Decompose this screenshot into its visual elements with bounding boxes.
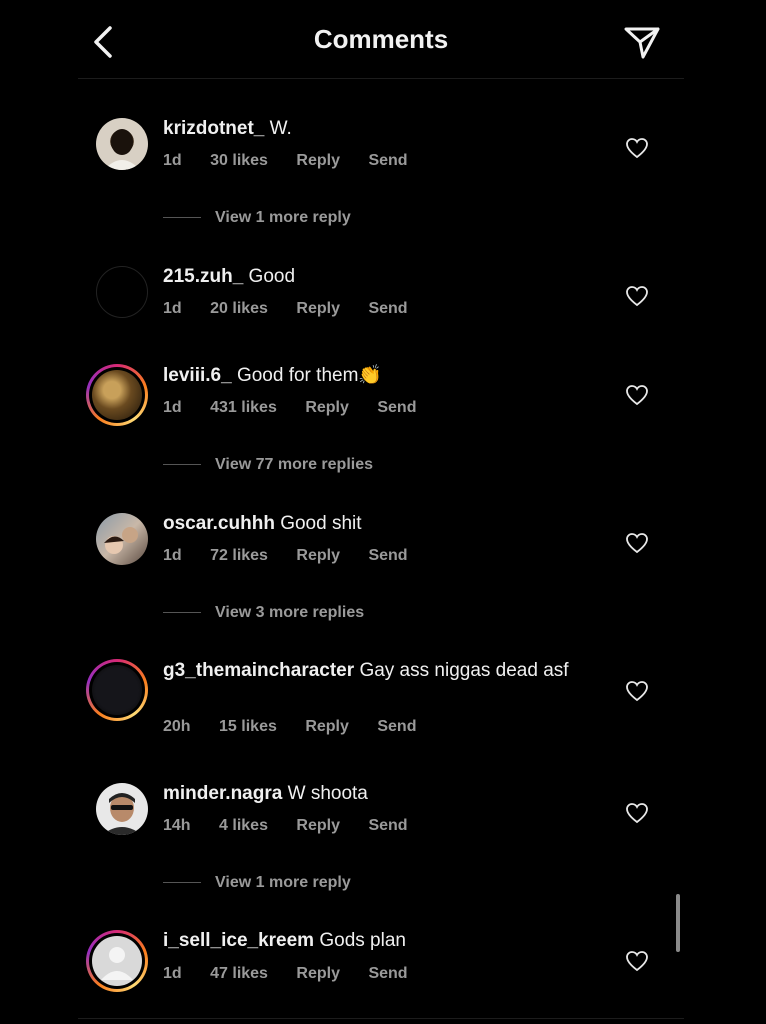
comment-username[interactable]: 215.zuh_ bbox=[163, 266, 243, 287]
comment-text: i_sell_ice_kreem Gods plan bbox=[163, 930, 583, 952]
send-button[interactable]: Send bbox=[368, 965, 407, 982]
heart-icon[interactable] bbox=[625, 137, 649, 159]
heart-icon[interactable] bbox=[625, 680, 649, 702]
comment-age: 1d bbox=[163, 547, 182, 564]
likes-count[interactable]: 4 likes bbox=[219, 817, 268, 834]
avatar[interactable] bbox=[96, 513, 148, 565]
likes-count[interactable]: 72 likes bbox=[210, 547, 268, 564]
send-button[interactable]: Send bbox=[377, 718, 416, 735]
default-user-icon bbox=[101, 947, 133, 980]
avatar-photo bbox=[104, 129, 140, 170]
comment-age: 1d bbox=[163, 300, 182, 317]
comment-username[interactable]: i_sell_ice_kreem bbox=[163, 930, 314, 951]
comment-age: 1d bbox=[163, 399, 182, 416]
send-button[interactable]: Send bbox=[368, 300, 407, 317]
avatar[interactable] bbox=[96, 118, 148, 170]
comment-text: krizdotnet_ W. bbox=[163, 118, 583, 140]
send-button[interactable]: Send bbox=[368, 152, 407, 169]
heart-icon[interactable] bbox=[625, 950, 649, 972]
comment-text: leviii.6_ Good for them👏 bbox=[163, 365, 583, 387]
comment-meta: 1d 72 likes Reply Send bbox=[163, 547, 432, 565]
avatar-photo bbox=[92, 936, 142, 986]
avatar-photo bbox=[92, 665, 142, 715]
likes-count[interactable]: 20 likes bbox=[210, 300, 268, 317]
divider-line bbox=[163, 612, 201, 614]
send-button[interactable]: Send bbox=[377, 399, 416, 416]
divider-line bbox=[163, 217, 201, 219]
divider-line bbox=[163, 464, 201, 466]
avatar-photo bbox=[92, 370, 142, 420]
avatar[interactable] bbox=[96, 783, 148, 835]
view-more-label: View 1 more reply bbox=[215, 209, 351, 226]
comment-text: oscar.cuhhh Good shit bbox=[163, 513, 583, 535]
story-ring-avatar[interactable] bbox=[86, 659, 148, 721]
comment-meta: 1d 20 likes Reply Send bbox=[163, 300, 432, 318]
comment-text: g3_themaincharacter Gay ass niggas dead … bbox=[163, 660, 583, 682]
comment-meta: 1d 30 likes Reply Send bbox=[163, 152, 432, 170]
comment-username[interactable]: minder.nagra bbox=[163, 783, 282, 804]
comment-age: 20h bbox=[163, 718, 191, 735]
reply-button[interactable]: Reply bbox=[296, 817, 340, 834]
avatar bbox=[89, 367, 145, 423]
view-more-replies[interactable]: View 77 more replies bbox=[163, 456, 373, 474]
comment-body: W shoota bbox=[287, 783, 368, 804]
header-bar: Comments bbox=[78, 0, 684, 79]
view-more-label: View 3 more replies bbox=[215, 604, 365, 621]
comment-username[interactable]: leviii.6_ bbox=[163, 365, 232, 386]
view-more-replies[interactable]: View 1 more reply bbox=[163, 209, 351, 227]
comment-username[interactable]: g3_themaincharacter bbox=[163, 660, 354, 681]
send-button[interactable]: Send bbox=[368, 547, 407, 564]
reply-button[interactable]: Reply bbox=[296, 547, 340, 564]
reply-button[interactable]: Reply bbox=[296, 300, 340, 317]
likes-count[interactable]: 30 likes bbox=[210, 152, 268, 169]
avatar bbox=[89, 662, 145, 718]
likes-count[interactable]: 431 likes bbox=[210, 399, 277, 416]
reply-button[interactable]: Reply bbox=[305, 718, 349, 735]
paper-plane-icon bbox=[624, 27, 660, 59]
comment-age: 1d bbox=[163, 965, 182, 982]
comment-body: Good bbox=[248, 266, 296, 287]
avatar bbox=[89, 933, 145, 989]
comment-meta: 14h 4 likes Reply Send bbox=[163, 817, 432, 835]
comment-body: Gods plan bbox=[319, 930, 406, 951]
comment-meta: 20h 15 likes Reply Send bbox=[163, 718, 440, 736]
likes-count[interactable]: 47 likes bbox=[210, 965, 268, 982]
comment-body: Good shit bbox=[280, 513, 362, 534]
page-title: Comments bbox=[313, 24, 449, 54]
heart-icon[interactable] bbox=[625, 384, 649, 406]
reply-button[interactable]: Reply bbox=[296, 152, 340, 169]
send-button[interactable]: Send bbox=[368, 817, 407, 834]
divider-line bbox=[163, 882, 201, 884]
heart-icon[interactable] bbox=[625, 802, 649, 824]
avatar[interactable] bbox=[96, 266, 148, 318]
view-more-label: View 1 more reply bbox=[215, 874, 351, 891]
avatar-photo bbox=[102, 793, 142, 835]
divider bbox=[78, 1018, 684, 1019]
view-more-replies[interactable]: View 1 more reply bbox=[163, 874, 351, 892]
scrollbar[interactable] bbox=[676, 894, 680, 952]
comment-body: W. bbox=[269, 118, 292, 139]
comment-age: 14h bbox=[163, 817, 191, 834]
story-ring-avatar[interactable] bbox=[86, 364, 148, 426]
comment-text: minder.nagra W shoota bbox=[163, 783, 583, 805]
story-ring-avatar[interactable] bbox=[86, 930, 148, 992]
comment-username[interactable]: krizdotnet_ bbox=[163, 118, 264, 139]
comment-body: Gay ass niggas dead asf bbox=[359, 660, 569, 681]
share-button[interactable] bbox=[622, 22, 662, 62]
heart-icon[interactable] bbox=[625, 532, 649, 554]
likes-count[interactable]: 15 likes bbox=[219, 718, 277, 735]
reply-button[interactable]: Reply bbox=[305, 399, 349, 416]
comment-meta: 1d 47 likes Reply Send bbox=[163, 965, 432, 983]
heart-icon[interactable] bbox=[625, 285, 649, 307]
avatar-photo bbox=[104, 527, 138, 554]
view-more-label: View 77 more replies bbox=[215, 456, 374, 473]
view-more-replies[interactable]: View 3 more replies bbox=[163, 604, 364, 622]
comment-username[interactable]: oscar.cuhhh bbox=[163, 513, 275, 534]
comment-text: 215.zuh_ Good bbox=[163, 266, 583, 288]
reply-button[interactable]: Reply bbox=[296, 965, 340, 982]
comment-meta: 1d 431 likes Reply Send bbox=[163, 399, 440, 417]
comment-body: Good for them👏 bbox=[236, 365, 383, 386]
comment-age: 1d bbox=[163, 152, 182, 169]
